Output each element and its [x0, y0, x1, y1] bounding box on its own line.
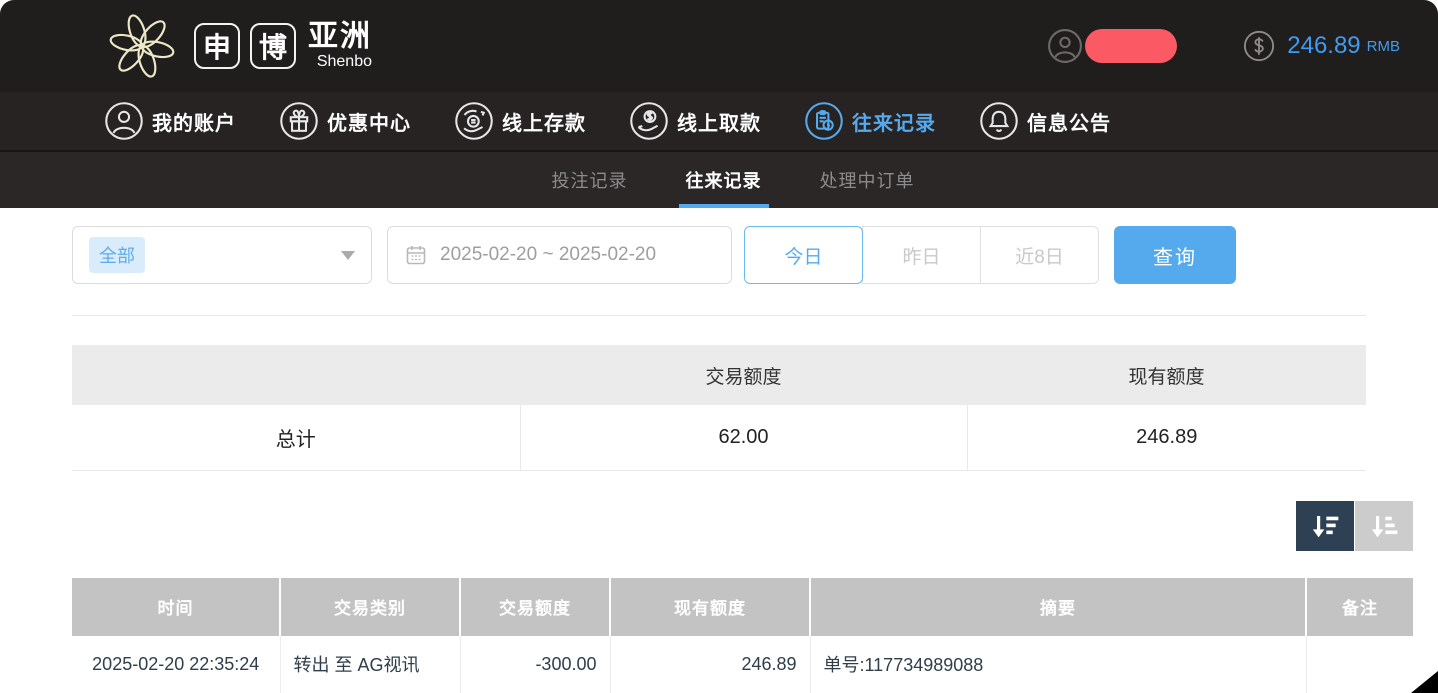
records-header-balance: 现有额度: [610, 578, 810, 636]
record-amount: -300.00: [460, 636, 610, 693]
summary-total-row: 总计 62.00 246.89: [72, 405, 1366, 470]
logo-char-box: 申: [194, 23, 240, 69]
section-divider: [72, 315, 1366, 316]
calendar-icon: [404, 243, 428, 267]
tab-label: 处理中订单: [820, 167, 915, 193]
gift-icon: [280, 102, 318, 140]
logo-region-text: 亚洲: [308, 22, 372, 52]
tab-pending-orders[interactable]: 处理中订单: [820, 152, 915, 208]
nav-item-promotions[interactable]: 优惠中心: [280, 102, 411, 140]
header-account-area: 246.89 RMB: [1047, 28, 1400, 64]
table-row: 2025-02-20 22:35:24 转出 至 AG视讯 -300.00 24…: [72, 636, 1413, 693]
records-header-row: 时间 交易类别 交易额度 现有额度 摘要 备注: [72, 578, 1413, 636]
bell-icon: [980, 102, 1018, 140]
nav-item-label: 信息公告: [1027, 107, 1111, 136]
chevron-down-icon: [341, 251, 355, 260]
summary-total-label: 总计: [72, 405, 520, 470]
tab-label: 投注记录: [552, 167, 628, 193]
flower-logo-icon: [100, 4, 184, 88]
nav-item-label: 往来记录: [852, 107, 936, 136]
filter-row: 全部 2025-02-20 ~ 2025-02-20 今日 昨日 近8日 查询: [72, 226, 1366, 284]
deposit-icon: [455, 102, 493, 140]
record-balance: 246.89: [610, 636, 810, 693]
tab-transaction-records[interactable]: 往来记录: [686, 152, 762, 208]
record-note: [1306, 636, 1413, 693]
tab-betting-records[interactable]: 投注记录: [552, 152, 628, 208]
sort-ascending-icon: [1368, 510, 1400, 542]
nav-item-my-account[interactable]: 我的账户: [105, 102, 236, 140]
sort-controls: [0, 501, 1413, 551]
record-summary: 单号:117734989088: [810, 636, 1306, 693]
quick-range-group: 今日 昨日 近8日: [744, 226, 1099, 284]
summary-header-empty: [72, 345, 520, 405]
nav-item-label: 优惠中心: [327, 107, 411, 136]
corner-fold-decoration: [1411, 671, 1438, 693]
record-type: 转出 至 AG视讯: [280, 636, 460, 693]
nav-item-transactions[interactable]: 往来记录: [805, 102, 936, 140]
brand-logo[interactable]: 申 博 亚洲 Shenbo: [100, 4, 372, 88]
records-icon: [805, 102, 843, 140]
logo-wordmark: 亚洲 Shenbo: [308, 22, 372, 70]
summary-header-balance: 现有额度: [967, 345, 1366, 405]
sort-descending-icon: [1309, 510, 1341, 542]
records-header-summary: 摘要: [810, 578, 1306, 636]
summary-table: 交易额度 现有额度 总计 62.00 246.89: [72, 345, 1366, 471]
username-redacted-pill[interactable]: [1085, 29, 1177, 63]
nav-item-label: 线上存款: [502, 107, 586, 136]
top-header: 申 博 亚洲 Shenbo 246.89 RMB: [0, 0, 1438, 92]
sort-descending-button[interactable]: [1296, 501, 1354, 551]
balance-currency: RMB: [1367, 38, 1400, 55]
type-select-value: 全部: [89, 237, 145, 273]
nav-item-label: 我的账户: [152, 107, 236, 136]
nav-item-label: 线上取款: [677, 107, 761, 136]
records-header-time: 时间: [72, 578, 280, 636]
withdraw-icon: [630, 102, 668, 140]
type-select[interactable]: 全部: [72, 226, 372, 284]
nav-item-withdraw[interactable]: 线上取款: [630, 102, 761, 140]
query-button[interactable]: 查询: [1114, 226, 1236, 284]
main-nav: 我的账户 优惠中心 线上存款: [0, 92, 1438, 152]
record-time: 2025-02-20 22:35:24: [72, 636, 280, 693]
logo-subtitle: Shenbo: [317, 54, 372, 70]
summary-header-row: 交易额度 现有额度: [72, 345, 1366, 405]
quick-range-last8days[interactable]: 近8日: [980, 226, 1099, 284]
tab-label: 往来记录: [686, 167, 762, 193]
sort-ascending-button[interactable]: [1355, 501, 1413, 551]
quick-range-today[interactable]: 今日: [744, 226, 863, 284]
content: 全部 2025-02-20 ~ 2025-02-20 今日 昨日 近8日 查询: [0, 226, 1438, 693]
summary-header-transaction: 交易额度: [520, 345, 967, 405]
logo-char-box: 博: [250, 23, 296, 69]
records-header-type: 交易类别: [280, 578, 460, 636]
records-header-amount: 交易额度: [460, 578, 610, 636]
dollar-coin-icon: [1243, 30, 1275, 62]
date-range-value: 2025-02-20 ~ 2025-02-20: [440, 244, 656, 266]
user-icon: [105, 102, 143, 140]
quick-range-yesterday[interactable]: 昨日: [862, 226, 981, 284]
page: 申 博 亚洲 Shenbo 246.89 RMB: [0, 0, 1438, 693]
subtab-bar: 投注记录 往来记录 处理中订单: [0, 152, 1438, 208]
nav-item-announcements[interactable]: 信息公告: [980, 102, 1111, 140]
records-table: 时间 交易类别 交易额度 现有额度 摘要 备注 2025-02-20 22:35…: [72, 578, 1413, 693]
avatar-icon: [1047, 28, 1083, 64]
balance-amount: 246.89: [1287, 32, 1360, 60]
summary-total-transaction: 62.00: [520, 405, 967, 470]
date-range-input[interactable]: 2025-02-20 ~ 2025-02-20: [387, 226, 732, 284]
summary-total-balance: 246.89: [967, 405, 1366, 470]
records-header-note: 备注: [1306, 578, 1413, 636]
nav-item-deposit[interactable]: 线上存款: [455, 102, 586, 140]
